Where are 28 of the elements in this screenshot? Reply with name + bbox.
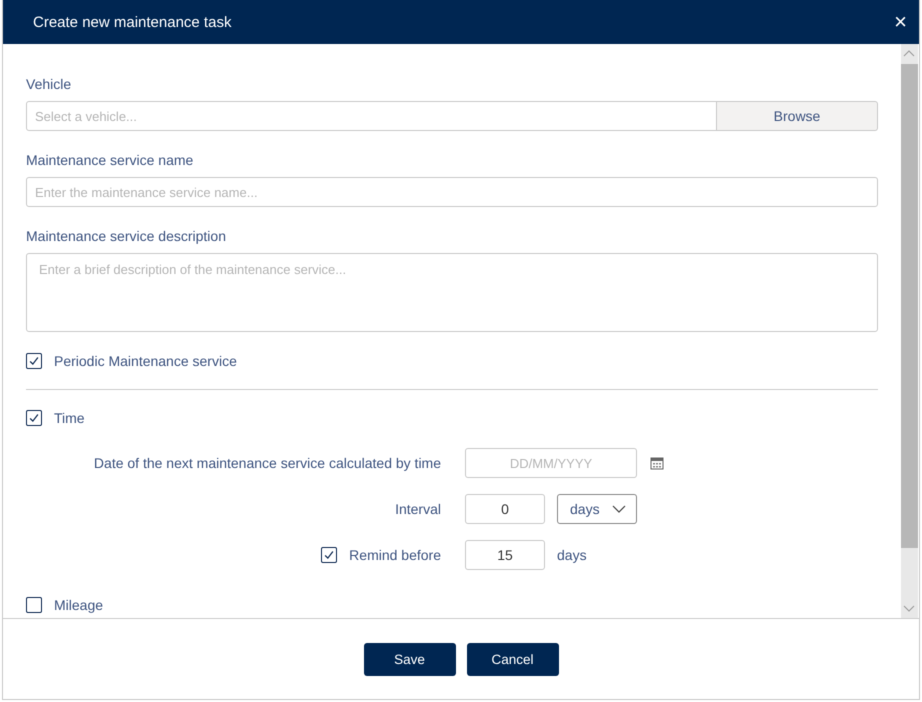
close-button[interactable]: ×: [888, 11, 913, 33]
checkbox-label: Remind before: [349, 547, 441, 563]
field-label: Maintenance service description: [26, 228, 227, 244]
interval-field[interactable]: 0: [465, 494, 545, 524]
checkbox[interactable]: [26, 597, 42, 613]
field-label: Date of the next maintenance service calculated by time: [94, 455, 441, 471]
checkbox[interactable]: [26, 353, 42, 369]
vehicle-field[interactable]: Select a vehicle...: [26, 101, 717, 131]
checkbox[interactable]: [26, 410, 42, 426]
field-label: Maintenance service name: [26, 152, 194, 168]
calendar-icon[interactable]: [650, 456, 664, 470]
checkbox-label: Mileage: [54, 597, 104, 613]
caret-icon: [612, 505, 626, 513]
checkbox[interactable]: [321, 547, 338, 563]
unit-dropdown[interactable]: days: [557, 494, 637, 524]
save-button[interactable]: Save: [364, 642, 456, 676]
service-name-field[interactable]: Enter the maintenance service name...: [26, 177, 878, 207]
date-field[interactable]: DD/MM/YYYY: [465, 448, 637, 478]
dialog-title: Create new maintenance task: [33, 14, 232, 30]
checkbox-label: Periodic Maintenance service: [54, 353, 237, 369]
checkbox-label: Time: [54, 410, 85, 426]
remind-field[interactable]: 15: [465, 540, 545, 570]
description-field[interactable]: Enter a brief description of the maintenance service...: [26, 253, 878, 332]
browse-button[interactable]: Browse: [717, 101, 878, 131]
field-label: Interval: [395, 501, 441, 517]
cancel-button[interactable]: Cancel: [466, 642, 558, 676]
field-label: Vehicle: [26, 76, 72, 92]
unit-label: days: [557, 547, 587, 563]
